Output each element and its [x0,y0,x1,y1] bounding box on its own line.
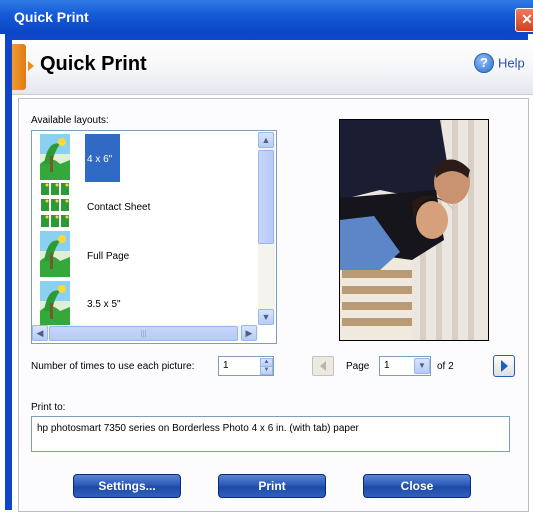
page-label: Page [346,361,370,372]
layouts-listbox[interactable]: 4 x 6" Contact Sheet Full Page 3.5 x 5" [31,130,277,344]
horizontal-scroll-thumb[interactable]: ||| [49,326,238,341]
arrow-left-icon [320,361,326,371]
header-accent-tab [12,44,34,90]
question-icon: ? [474,53,494,73]
previous-page-button[interactable] [312,356,334,376]
chevron-up-icon: ▲ [261,135,271,145]
settings-button[interactable]: Settings... [73,474,181,498]
layout-item-full-page[interactable]: Full Page [36,231,266,279]
page-select[interactable]: 1 ▼ [379,356,431,376]
copies-value[interactable]: 1 [223,360,229,371]
page-select-value: 1 [384,360,390,371]
copies-decrement-button[interactable]: ▼ [260,366,273,375]
contact-sheet-icon [41,183,69,227]
scroll-down-button[interactable]: ▼ [258,309,274,325]
layout-item-3-5x5[interactable]: 3.5 x 5" [36,281,266,329]
page-select-dropdown-button[interactable]: ▼ [414,358,430,374]
chevron-up-icon: ▲ [263,359,270,365]
dialog-title: Quick Print [40,53,147,75]
chevron-down-icon: ▼ [263,367,270,373]
help-link[interactable]: ? Help [474,53,525,75]
layout-item-contact-sheet[interactable]: Contact Sheet [36,182,266,230]
chevron-left-icon: ◀ [36,328,44,338]
layout-item-label: Full Page [87,251,130,262]
print-to-value: hp photosmart 7350 series on Borderless … [37,423,359,434]
single-photo-icon [40,281,70,327]
close-button[interactable]: Close [363,474,471,498]
single-photo-icon [40,134,70,180]
layout-item-label: 4 x 6" [87,154,113,165]
print-to-field[interactable]: hp photosmart 7350 series on Borderless … [31,416,510,452]
print-to-label: Print to: [31,402,66,413]
scroll-left-button[interactable]: ◀ [32,325,48,341]
window-title: Quick Print [14,9,89,25]
layout-item-label: Contact Sheet [87,202,151,213]
photo-preview [339,119,489,341]
help-label: Help [498,55,525,71]
layout-item-label: 3.5 x 5" [87,299,121,310]
copies-stepper[interactable]: 1 ▲ ▼ [218,356,274,376]
available-layouts-label: Available layouts: [31,115,109,126]
title-bar: Quick Print ✕ [0,0,533,34]
next-page-button[interactable] [493,355,515,377]
arrow-right-icon [501,360,508,372]
single-photo-icon [40,231,70,277]
print-button[interactable]: Print [218,474,326,498]
page-total-label: of 2 [437,361,454,372]
chevron-right-icon: ▶ [245,328,253,338]
vertical-scroll-thumb[interactable] [258,150,274,244]
layout-item-4x6[interactable]: 4 x 6" [36,134,266,182]
window-close-button[interactable]: ✕ [515,8,533,32]
copies-label: Number of times to use each picture: [31,361,195,372]
chevron-down-icon: ▼ [261,312,271,322]
chevron-down-icon: ▼ [418,361,426,370]
scroll-right-button[interactable]: ▶ [241,325,257,341]
scroll-up-button[interactable]: ▲ [258,132,274,148]
